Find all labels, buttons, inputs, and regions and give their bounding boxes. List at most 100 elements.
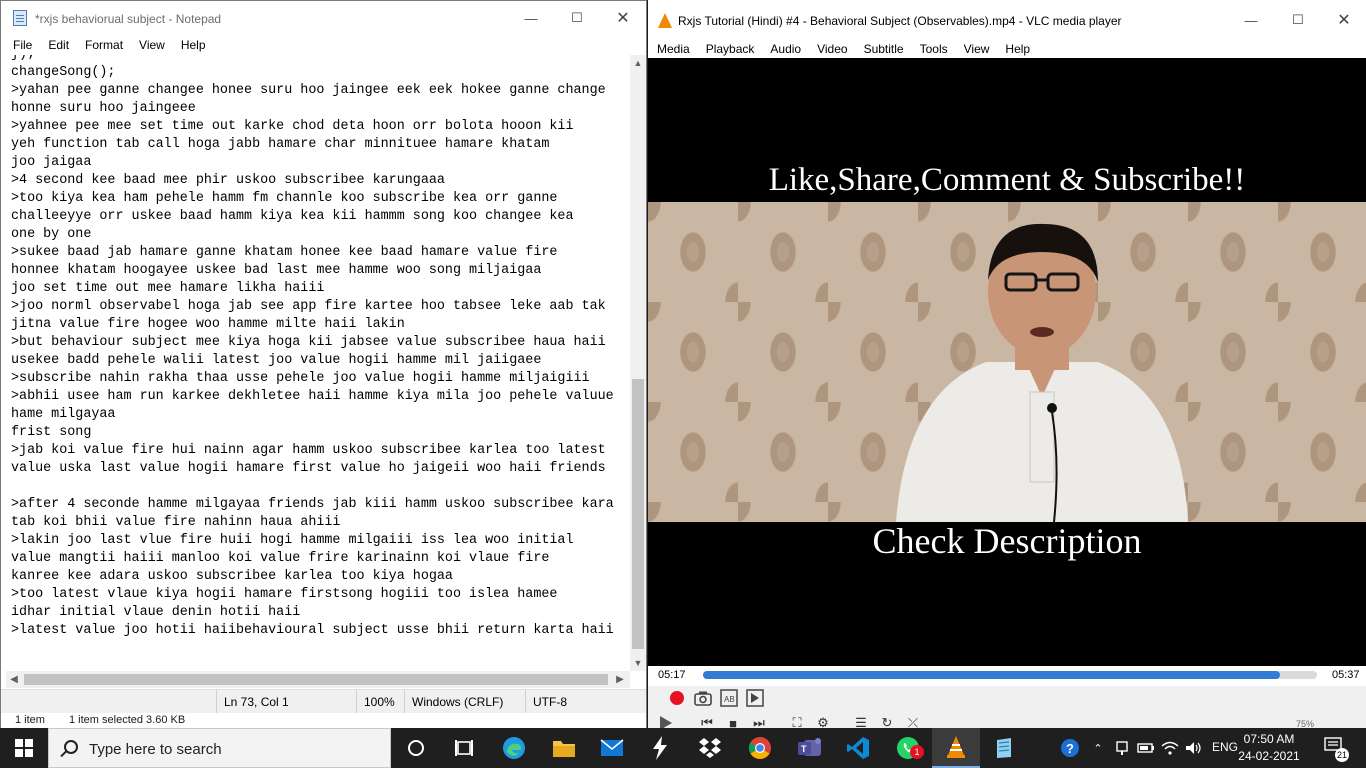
scroll-right-arrow-icon[interactable]: ▶: [612, 671, 628, 688]
notepad-text-area[interactable]: });changeSong();>yahan pee ganne changee…: [6, 55, 629, 671]
vlc-window[interactable]: Rxjs Tutorial (Hindi) #4 - Behavioral Su…: [648, 0, 1366, 731]
menu-edit[interactable]: Edit: [40, 35, 77, 55]
text-line[interactable]: >subscribe nahin rakha thaa usse pehele …: [11, 370, 629, 388]
snapshot-camera-icon[interactable]: [692, 687, 714, 709]
dropbox-icon[interactable]: [686, 728, 734, 768]
show-hidden-icons-chevron-icon[interactable]: ⌃: [1088, 738, 1108, 758]
edge-browser-icon[interactable]: [490, 728, 538, 768]
text-line[interactable]: >lakin joo last vlue fire huii hogi hamm…: [11, 532, 629, 550]
vlc-taskbar-icon[interactable]: [932, 728, 980, 768]
vlc-menu-help[interactable]: Help: [997, 39, 1038, 59]
cursor-position: Ln 73, Col 1: [216, 690, 358, 714]
text-line[interactable]: joo jaigaa: [11, 154, 629, 172]
vlc-menu-audio[interactable]: Audio: [762, 39, 809, 59]
vscode-icon[interactable]: [834, 728, 882, 768]
text-line[interactable]: >sukee baad jab hamare ganne khatam hone…: [11, 244, 629, 262]
menu-format[interactable]: Format: [77, 35, 131, 55]
text-line[interactable]: >after 4 seconde hamme milgayaa friends …: [11, 496, 629, 514]
close-button[interactable]: ✕: [600, 1, 646, 35]
menu-file[interactable]: File: [5, 35, 40, 55]
text-line[interactable]: challeeyye orr uskee baad hamm kiya kea …: [11, 208, 629, 226]
vlc-menu-subtitle[interactable]: Subtitle: [856, 39, 912, 59]
vlc-menu-video[interactable]: Video: [809, 39, 855, 59]
vlc-menu-media[interactable]: Media: [649, 39, 698, 59]
text-line[interactable]: yeh function tab call hoga jabb hamare c…: [11, 136, 629, 154]
chrome-browser-icon[interactable]: [736, 728, 784, 768]
teams-icon[interactable]: T: [786, 728, 834, 768]
battery-icon[interactable]: [1136, 738, 1156, 758]
text-line[interactable]: >but behaviour subject mee kiya hoga kii…: [11, 334, 629, 352]
text-line[interactable]: >yahan pee ganne changee honee suru hoo …: [11, 82, 629, 100]
minimize-button[interactable]: —: [508, 1, 554, 35]
text-line[interactable]: >jab koi value fire hui nainn agar hamm …: [11, 442, 629, 460]
text-line[interactable]: >latest value joo hotii haiibehavioural …: [11, 622, 629, 640]
vlc-titlebar[interactable]: Rxjs Tutorial (Hindi) #4 - Behavioral Su…: [648, 0, 1366, 40]
vlc-menu-tools[interactable]: Tools: [912, 39, 956, 59]
text-line[interactable]: kanree kee adara uskoo subscribee karlea…: [11, 568, 629, 586]
scroll-up-arrow-icon[interactable]: ▲: [630, 55, 646, 71]
mail-icon[interactable]: [588, 728, 636, 768]
horizontal-scroll-thumb[interactable]: [24, 674, 608, 685]
help-icon[interactable]: ?: [1060, 738, 1080, 758]
text-line[interactable]: >yahnee pee mee set time out karke chod …: [11, 118, 629, 136]
text-line[interactable]: changeSong();: [11, 64, 629, 82]
seek-row: 05:17 05:37: [648, 666, 1366, 686]
vlc-minimize-button[interactable]: —: [1228, 3, 1274, 37]
vlc-menu-view[interactable]: View: [956, 39, 998, 59]
action-center-icon[interactable]: 21: [1324, 737, 1349, 762]
vertical-scroll-thumb[interactable]: [632, 379, 644, 649]
taskbar: Type here to search T 1 ? ⌃ ENG 07:50 AM…: [0, 728, 1366, 768]
vlc-menu-playback[interactable]: Playback: [698, 39, 763, 59]
vlc-maximize-button[interactable]: ☐: [1275, 3, 1321, 37]
network-adapter-icon[interactable]: [1112, 738, 1132, 758]
winamp-lightning-icon[interactable]: [636, 728, 684, 768]
text-line[interactable]: value mangtii haiii manloo koi value fri…: [11, 550, 629, 568]
horizontal-scrollbar[interactable]: ◀ ▶: [6, 671, 630, 688]
text-line[interactable]: value uska last value hogii hamare first…: [11, 460, 629, 478]
text-line[interactable]: joo set time out mee hamare likha haiii: [11, 280, 629, 298]
vlc-title: Rxjs Tutorial (Hindi) #4 - Behavioral Su…: [678, 14, 1122, 28]
file-explorer-icon[interactable]: [540, 728, 588, 768]
vertical-scrollbar[interactable]: ▲ ▼: [630, 55, 646, 671]
vlc-close-button[interactable]: ✕: [1321, 3, 1366, 37]
notepad-window[interactable]: *rxjs behaviorual subject - Notepad — ☐ …: [0, 0, 647, 729]
maximize-button[interactable]: ☐: [554, 1, 600, 35]
scroll-left-arrow-icon[interactable]: ◀: [6, 671, 22, 688]
record-button[interactable]: [666, 687, 688, 709]
notepad-taskbar-icon[interactable]: [980, 728, 1028, 768]
clock[interactable]: 07:50 AM 24-02-2021: [1234, 731, 1304, 765]
whatsapp-icon[interactable]: 1: [884, 728, 932, 768]
text-line[interactable]: frist song: [11, 424, 629, 442]
cortana-icon[interactable]: [392, 728, 440, 768]
notepad-text-content[interactable]: });changeSong();>yahan pee ganne changee…: [6, 55, 629, 640]
text-line[interactable]: });: [11, 55, 629, 64]
text-line[interactable]: tab koi bhii value fire nahinn haua ahii…: [11, 514, 629, 532]
text-line[interactable]: idhar initial vlaue denin hotii haii: [11, 604, 629, 622]
text-line[interactable]: [11, 478, 629, 496]
text-line[interactable]: >abhii usee ham run karkee dekhletee hai…: [11, 388, 629, 406]
text-line[interactable]: >4 second kee baad mee phir uskoo subscr…: [11, 172, 629, 190]
notepad-titlebar[interactable]: *rxjs behaviorual subject - Notepad — ☐ …: [1, 1, 646, 35]
text-line[interactable]: usekee badd pehele walii latest joo valu…: [11, 352, 629, 370]
taskbar-search-box[interactable]: Type here to search: [48, 728, 391, 768]
text-line[interactable]: hame milgayaa: [11, 406, 629, 424]
text-line[interactable]: >too kiya kea ham pehele hamm fm channle…: [11, 190, 629, 208]
search-icon: [64, 740, 78, 754]
wifi-icon[interactable]: [1160, 738, 1180, 758]
frame-by-frame-icon[interactable]: [744, 687, 766, 709]
text-line[interactable]: honnee khatam hoogayee uskee bad last me…: [11, 262, 629, 280]
start-button[interactable]: [0, 728, 48, 768]
scroll-down-arrow-icon[interactable]: ▼: [630, 655, 646, 671]
text-line[interactable]: one by one: [11, 226, 629, 244]
text-line[interactable]: honne suru hoo jaingeee: [11, 100, 629, 118]
menu-help[interactable]: Help: [173, 35, 214, 55]
text-line[interactable]: >joo norml observabel hoga jab see app f…: [11, 298, 629, 316]
menu-view[interactable]: View: [131, 35, 173, 55]
text-line[interactable]: jitna value fire hogee woo hamme milte h…: [11, 316, 629, 334]
volume-icon[interactable]: [1184, 738, 1204, 758]
loop-ab-icon[interactable]: AB: [718, 687, 740, 709]
video-area[interactable]: Like,Share,Comment & Subscribe!! Check D…: [648, 58, 1366, 666]
task-view-icon[interactable]: [440, 728, 488, 768]
seek-bar[interactable]: [703, 671, 1317, 679]
text-line[interactable]: >too latest vlaue kiya hogii hamare firs…: [11, 586, 629, 604]
